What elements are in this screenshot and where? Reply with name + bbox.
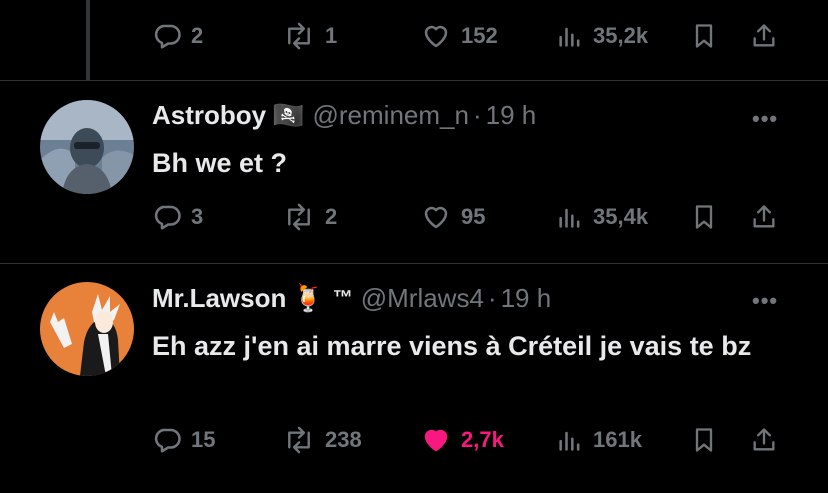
reply-button[interactable]: 15 [152, 422, 215, 458]
repost-count: 2 [325, 204, 338, 229]
reply-icon [154, 24, 181, 49]
share-icon [753, 24, 775, 47]
action-bar: 3 2 95 35,4k [152, 199, 792, 235]
reply-count: 2 [191, 23, 204, 48]
reply-icon [154, 205, 181, 230]
action-bar: 2 1 152 35,2k [152, 18, 792, 54]
views-count: 35,2k [593, 23, 649, 48]
tweet-header: Mr.Lawson 🍹 ™ @Mrlaws4 · 19 h [152, 283, 551, 314]
views-icon [559, 208, 580, 228]
bookmark-button[interactable] [690, 18, 718, 54]
pirate-flag-badge: 🏴‍☠️ [272, 100, 305, 130]
timestamp[interactable]: 19 h [486, 100, 537, 131]
repost-button[interactable]: 1 [282, 18, 337, 54]
views-count: 35,4k [593, 204, 649, 229]
views-icon [559, 431, 580, 451]
share-button[interactable] [750, 199, 778, 235]
like-count: 152 [461, 23, 498, 48]
more-options-icon[interactable]: ••• [752, 106, 778, 132]
views-icon [559, 27, 580, 47]
reply-icon [154, 428, 181, 453]
views-button[interactable]: 35,4k [556, 199, 648, 235]
bookmark-icon [695, 205, 713, 229]
tweet-header: Astroboy 🏴‍☠️ @reminem_n · 19 h [152, 100, 536, 131]
views-count: 161k [593, 427, 642, 452]
divider [0, 80, 828, 81]
like-count: 95 [461, 204, 486, 229]
repost-icon [288, 203, 310, 231]
handle[interactable]: @reminem_n [313, 100, 469, 131]
heart-icon [424, 25, 448, 48]
avatar[interactable] [40, 100, 134, 194]
display-name[interactable]: Mr.Lawson [152, 283, 286, 314]
like-button[interactable]: 152 [420, 18, 498, 54]
views-button[interactable]: 161k [556, 422, 642, 458]
share-icon [753, 428, 775, 451]
reply-button[interactable]: 3 [152, 199, 203, 235]
like-button[interactable]: 95 [420, 199, 485, 235]
tweet-text: Eh azz j'en ai marre viens à Créteil je … [152, 331, 752, 361]
views-button[interactable]: 35,2k [556, 18, 648, 54]
thread-connector [86, 0, 90, 80]
bookmark-icon [695, 428, 713, 452]
heart-icon [424, 206, 448, 229]
bookmark-button[interactable] [690, 422, 718, 458]
trademark-symbol: ™ [332, 287, 353, 309]
repost-count: 238 [325, 427, 362, 452]
bookmark-button[interactable] [690, 199, 718, 235]
repost-icon [288, 22, 310, 50]
heart-filled-icon [424, 429, 448, 452]
more-options-icon[interactable]: ••• [752, 288, 778, 314]
tweet-text: Bh we et ? [152, 148, 288, 178]
reply-count: 15 [191, 427, 216, 452]
separator: · [472, 100, 482, 130]
share-button[interactable] [750, 422, 778, 458]
like-button[interactable]: 2,7k [420, 422, 504, 458]
separator: · [487, 283, 497, 313]
repost-button[interactable]: 2 [282, 199, 337, 235]
repost-count: 1 [325, 23, 338, 48]
repost-icon [288, 426, 310, 454]
avatar[interactable] [40, 282, 134, 376]
reply-count: 3 [191, 204, 204, 229]
handle[interactable]: @Mrlaws4 [361, 283, 484, 314]
action-bar: 15 238 2,7k 161k [152, 422, 792, 458]
like-count: 2,7k [461, 427, 504, 452]
divider [0, 263, 828, 264]
share-button[interactable] [750, 18, 778, 54]
share-icon [753, 205, 775, 228]
reply-button[interactable]: 2 [152, 18, 203, 54]
repost-button[interactable]: 238 [282, 422, 362, 458]
bookmark-icon [695, 24, 713, 48]
cocktail-emoji: 🍹 [292, 283, 325, 313]
timestamp[interactable]: 19 h [501, 283, 552, 314]
display-name[interactable]: Astroboy [152, 100, 266, 131]
